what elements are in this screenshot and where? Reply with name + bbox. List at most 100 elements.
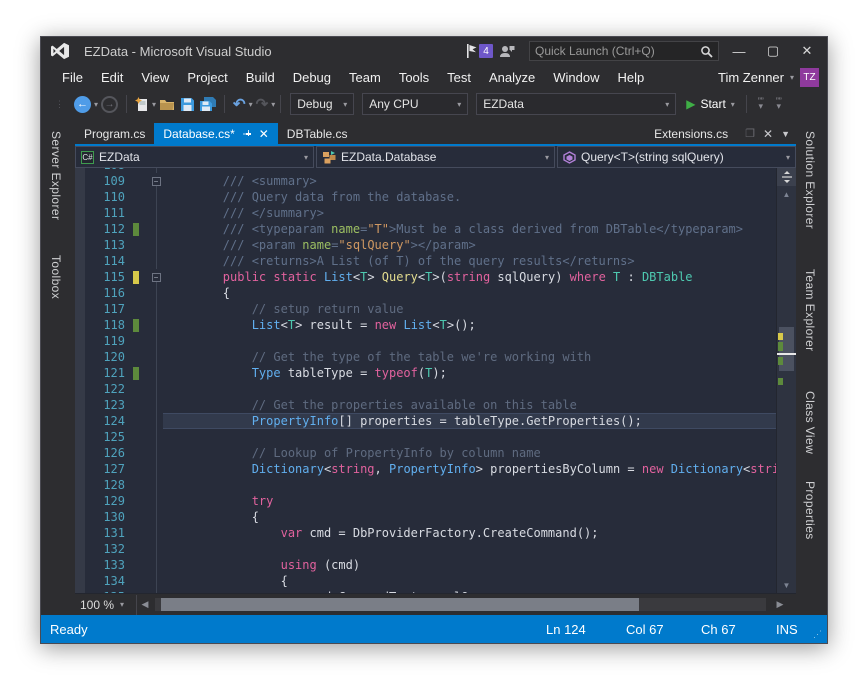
navigate-forward-button[interactable]: → — [101, 96, 118, 113]
menu-build[interactable]: Build — [237, 67, 284, 88]
solution-platform-dropdown[interactable]: Any CPU▾ — [362, 93, 468, 115]
menu-analyze[interactable]: Analyze — [480, 67, 544, 88]
quick-launch-input[interactable]: Quick Launch (Ctrl+Q) — [529, 41, 719, 61]
code-line-116[interactable]: 116 { — [75, 285, 776, 301]
code-line-123[interactable]: 123 // Get the properties available on t… — [75, 397, 776, 413]
collapse-region-box[interactable]: − — [152, 273, 161, 282]
code-line-113[interactable]: 113 /// <param name="sqlQuery"></param> — [75, 237, 776, 253]
startup-project-dropdown[interactable]: EZData▾ — [476, 93, 676, 115]
menu-help[interactable]: Help — [609, 67, 654, 88]
scrollbar-track[interactable] — [777, 202, 796, 577]
tool-tab-team-explorer[interactable]: Team Explorer — [803, 269, 817, 352]
menu-team[interactable]: Team — [340, 67, 390, 88]
tool-tab-toolbox[interactable]: Toolbox — [49, 255, 63, 299]
tool-tab-class-view[interactable]: Class View — [803, 391, 817, 454]
promote-tab-icon[interactable]: ❐ — [745, 127, 755, 140]
resize-grip[interactable]: ⋰ — [813, 629, 823, 640]
left-tool-strip: Server Explorer Toolbox — [41, 119, 75, 617]
start-debugging-button[interactable]: ▶ Start ▾ — [686, 97, 735, 111]
vertical-scrollbar[interactable]: ▲ ▼ — [776, 168, 796, 593]
tool-tab-solution-explorer[interactable]: Solution Explorer — [803, 131, 817, 229]
line-number: 131 — [75, 526, 125, 540]
collapse-region-box[interactable]: − — [152, 177, 161, 186]
menu-view[interactable]: View — [132, 67, 178, 88]
visual-studio-logo-icon — [50, 42, 70, 60]
code-line-111[interactable]: 111 /// </summary> — [75, 205, 776, 221]
document-tab-dbtable-cs[interactable]: DBTable.cs — [278, 123, 357, 144]
code-line-118[interactable]: 118 List<T> result = new List<T>(); — [75, 317, 776, 333]
close-document-icon[interactable]: ✕ — [763, 127, 773, 141]
code-line-110[interactable]: 110 /// Query data from the database. — [75, 189, 776, 205]
toolbar-options-button[interactable]: ””▾ — [758, 99, 764, 109]
close-button[interactable]: ✕ — [793, 40, 821, 62]
scroll-up-arrow[interactable]: ▲ — [777, 186, 796, 202]
menu-file[interactable]: File — [53, 67, 92, 88]
save-button[interactable] — [178, 93, 197, 115]
menu-tools[interactable]: Tools — [390, 67, 438, 88]
horizontal-scrollbar-track[interactable] — [155, 598, 766, 611]
code-line-119[interactable]: 119 — [75, 333, 776, 349]
code-editor[interactable]: 108109− /// <summary>110 /// Query data … — [75, 168, 796, 593]
scroll-left-arrow[interactable]: ◀ — [137, 599, 153, 610]
code-line-112[interactable]: 112 /// <typeparam name="T">Must be a cl… — [75, 221, 776, 237]
code-line-120[interactable]: 120 // Get the type of the table we're w… — [75, 349, 776, 365]
user-name[interactable]: Tim Zenner — [718, 70, 784, 85]
navbar-dropdown-2[interactable]: Query<T>(string sqlQuery)▾ — [557, 146, 796, 168]
code-line-127[interactable]: 127 Dictionary<string, PropertyInfo> pro… — [75, 461, 776, 477]
code-line-122[interactable]: 122 — [75, 381, 776, 397]
menu-project[interactable]: Project — [178, 67, 236, 88]
menu-debug[interactable]: Debug — [284, 67, 340, 88]
maximize-button[interactable]: ▢ — [759, 40, 787, 62]
pin-tab-icon[interactable] — [242, 129, 252, 139]
feedback-icon[interactable] — [499, 44, 515, 59]
line-number: 128 — [75, 478, 125, 492]
tool-tab-properties[interactable]: Properties — [803, 481, 817, 540]
code-line-124[interactable]: 124 PropertyInfo[] properties = tableTyp… — [75, 413, 776, 429]
code-line-121[interactable]: 121 Type tableType = typeof(T); — [75, 365, 776, 381]
minimize-button[interactable]: — — [725, 40, 753, 62]
document-tab-database-cs-[interactable]: Database.cs*✕ — [154, 123, 277, 144]
menu-test[interactable]: Test — [438, 67, 480, 88]
code-line-126[interactable]: 126 // Lookup of PropertyInfo by column … — [75, 445, 776, 461]
open-file-button[interactable] — [156, 93, 178, 115]
undo-button[interactable]: ↶ — [230, 93, 249, 115]
save-all-button[interactable] — [197, 93, 219, 115]
navbar-dropdown-0[interactable]: C#EZData▾ — [75, 146, 314, 168]
line-number: 125 — [75, 430, 125, 444]
solution-configuration-dropdown[interactable]: Debug▾ — [290, 93, 354, 115]
menu-window[interactable]: Window — [544, 67, 608, 88]
code-line-114[interactable]: 114 /// <returns>A List (of T) of the qu… — [75, 253, 776, 269]
redo-chevron-icon[interactable]: ▾ — [271, 100, 275, 109]
code-line-134[interactable]: 134 { — [75, 573, 776, 589]
zoom-level-dropdown[interactable]: 100 %▾ — [75, 595, 137, 615]
code-line-131[interactable]: 131 var cmd = DbProviderFactory.CreateCo… — [75, 525, 776, 541]
code-line-129[interactable]: 129 try — [75, 493, 776, 509]
document-tab-extensions-cs[interactable]: Extensions.cs — [645, 123, 737, 144]
code-line-117[interactable]: 117 // setup return value — [75, 301, 776, 317]
navbar-dropdown-1[interactable]: EZData.Database▾ — [316, 146, 555, 168]
code-line-133[interactable]: 133 using (cmd) — [75, 557, 776, 573]
tool-tab-server-explorer[interactable]: Server Explorer — [49, 131, 63, 220]
code-line-130[interactable]: 130 { — [75, 509, 776, 525]
tab-list-chevron-icon[interactable]: ▼ — [781, 129, 790, 139]
navigate-back-button[interactable]: ← — [74, 96, 91, 113]
code-line-132[interactable]: 132 — [75, 541, 776, 557]
document-tab-program-cs[interactable]: Program.cs — [75, 123, 154, 144]
user-avatar[interactable]: TZ — [800, 68, 819, 87]
code-line-115[interactable]: 115− public static List<T> Query<T>(stri… — [75, 269, 776, 285]
notifications-button[interactable]: 4 — [465, 44, 493, 58]
close-tab-icon[interactable]: ✕ — [259, 127, 269, 141]
new-file-button[interactable] — [132, 93, 152, 115]
menu-edit[interactable]: Edit — [92, 67, 132, 88]
user-menu-chevron-down-icon[interactable]: ▾ — [790, 73, 794, 82]
code-line-125[interactable]: 125 — [75, 429, 776, 445]
scroll-down-arrow[interactable]: ▼ — [777, 577, 796, 593]
horizontal-scrollbar-thumb[interactable] — [161, 598, 639, 611]
code-line-109[interactable]: 109− /// <summary> — [75, 173, 776, 189]
editor-split-handle[interactable] — [777, 168, 796, 186]
change-mark-saved — [778, 342, 783, 351]
code-line-128[interactable]: 128 — [75, 477, 776, 493]
toolbar-options-button-2[interactable]: ””▾ — [776, 99, 782, 109]
scroll-right-arrow[interactable]: ▶ — [772, 599, 788, 610]
redo-button[interactable]: ↷ — [253, 93, 272, 115]
